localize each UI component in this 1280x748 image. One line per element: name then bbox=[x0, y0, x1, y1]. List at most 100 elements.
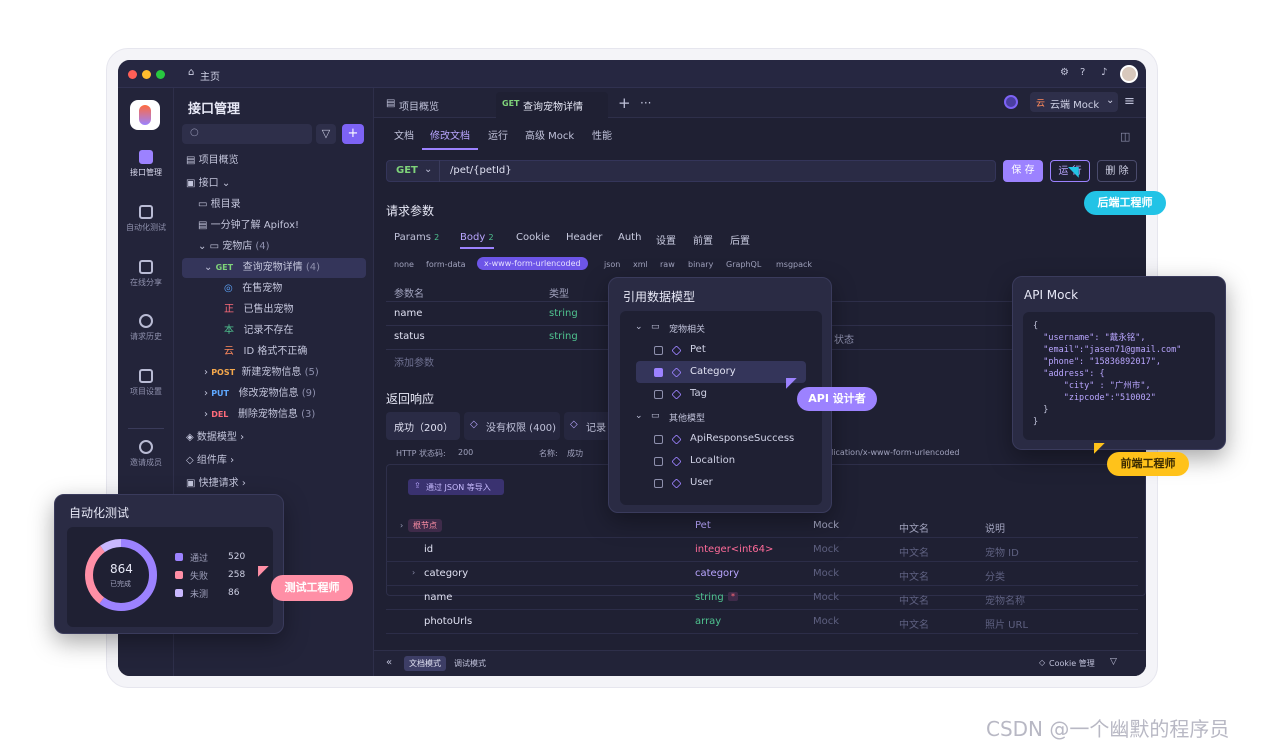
mock-card-title: API Mock bbox=[1024, 288, 1079, 302]
body-type-msgpack[interactable]: msgpack bbox=[776, 260, 812, 269]
rail-item-history[interactable]: 请求历史 bbox=[118, 314, 174, 342]
tree-item-case[interactable]: 本 记录不存在 bbox=[182, 321, 366, 341]
menu-icon[interactable]: ≡ bbox=[1124, 94, 1135, 109]
save-button[interactable]: 保 存 bbox=[1003, 160, 1043, 182]
tree-item-api[interactable]: ▣ 接口 ⌄ bbox=[182, 174, 366, 194]
legend-label-untested: 未测 bbox=[190, 590, 209, 600]
model-checkbox-tag[interactable] bbox=[654, 390, 663, 399]
tree-item-case[interactable]: 正 已售出宠物 bbox=[182, 300, 366, 320]
schema-row[interactable] bbox=[386, 562, 1138, 586]
tree-item-get-pet[interactable]: ⌄ GET 查询宠物详情 (4) bbox=[182, 258, 366, 278]
tab-auth[interactable]: Auth bbox=[618, 232, 641, 243]
body-type-binary[interactable]: binary bbox=[688, 260, 713, 269]
add-param-link[interactable]: 添加参数 bbox=[394, 354, 434, 369]
chevron-down-icon[interactable]: ⌄ bbox=[635, 411, 643, 421]
bell-icon[interactable]: ♪ bbox=[1101, 67, 1107, 78]
chevron-down-icon[interactable]: ⌄ bbox=[635, 322, 643, 332]
mock-selector[interactable]: 云 云端 Mock ⌄ bbox=[1030, 92, 1118, 112]
tab-header[interactable]: Header bbox=[566, 232, 602, 243]
delete-button[interactable]: 删 除 bbox=[1097, 160, 1137, 182]
folder-icon: ▭ bbox=[209, 241, 220, 252]
collapse-button[interactable]: « bbox=[386, 657, 392, 668]
rail-item-settings[interactable]: 项目设置 bbox=[118, 369, 174, 397]
rail-item-share[interactable]: 在线分享 bbox=[118, 260, 174, 288]
tree-item-post[interactable]: › POST 新建宠物信息 (5) bbox=[182, 363, 366, 383]
body-type-urlencoded[interactable]: x-www-form-urlencoded bbox=[477, 257, 588, 270]
subtab-edit[interactable]: 修改文档 bbox=[422, 124, 478, 150]
search-input[interactable]: ○ bbox=[182, 124, 312, 144]
cookie-manager-button[interactable]: Cookie 管理 bbox=[1049, 658, 1095, 669]
subtab-perf[interactable]: 性能 bbox=[592, 124, 612, 150]
model-checkbox-category[interactable] bbox=[654, 368, 663, 377]
home-tab[interactable]: 主页 bbox=[200, 68, 220, 83]
resp-tab-success[interactable]: 成功（200） bbox=[386, 412, 460, 440]
tab-pre[interactable]: 前置 bbox=[693, 232, 713, 247]
tree-item-root[interactable]: ▭ 根目录 bbox=[182, 195, 366, 215]
tree-item-intro[interactable]: ▤ 一分钟了解 Apifox! bbox=[182, 216, 366, 236]
schema-header-row bbox=[386, 514, 1138, 538]
required-badge: * bbox=[728, 592, 738, 601]
settings-icon[interactable]: ⚙ bbox=[1060, 67, 1069, 78]
api-icon bbox=[139, 150, 153, 164]
body-type-xml[interactable]: xml bbox=[633, 260, 648, 269]
tab-body[interactable]: Body 2 bbox=[460, 232, 494, 249]
chevron-right-icon[interactable]: › bbox=[412, 568, 415, 577]
add-button[interactable]: + bbox=[342, 124, 364, 144]
col-desc: 说明 bbox=[985, 524, 1005, 535]
rail-item-invite[interactable]: 邀请成员 bbox=[118, 440, 174, 468]
tree-item-overview[interactable]: ▤ 项目概览 bbox=[182, 151, 366, 171]
avatar[interactable] bbox=[1120, 65, 1138, 83]
shirt-icon[interactable]: ▽ bbox=[1110, 657, 1117, 667]
tree-item-quick[interactable]: ▣ 快捷请求 › bbox=[182, 474, 366, 494]
body-type-graphql[interactable]: GraphQL bbox=[726, 260, 761, 269]
tree-item-models[interactable]: ◈ 数据模型 › bbox=[182, 428, 366, 448]
filter-icon: ▽ bbox=[321, 127, 331, 140]
schema-row[interactable] bbox=[386, 586, 1138, 610]
model-checkbox-pet[interactable] bbox=[654, 346, 663, 355]
resp-tab-record[interactable]: ◇ 记录 bbox=[564, 412, 614, 440]
rail-divider bbox=[128, 428, 164, 429]
filter-button[interactable]: ▽ bbox=[316, 124, 336, 144]
root-type: Pet bbox=[695, 520, 711, 531]
model-checkbox-user[interactable] bbox=[654, 479, 663, 488]
body-type-json[interactable]: json bbox=[604, 260, 620, 269]
home-icon[interactable]: ⌂ bbox=[188, 67, 194, 78]
rail-item-autotest[interactable]: 自动化测试 bbox=[118, 205, 174, 233]
model-checkbox-location[interactable] bbox=[654, 457, 663, 466]
url-input[interactable]: /pet/{petId} bbox=[450, 165, 512, 176]
tab-cookie[interactable]: Cookie bbox=[516, 232, 550, 243]
rail-item-api[interactable]: 接口管理 bbox=[118, 150, 174, 178]
body-type-formdata[interactable]: form-data bbox=[426, 260, 466, 269]
subtab-run[interactable]: 运行 bbox=[488, 124, 508, 150]
resp-tab-noauth[interactable]: ◇ 没有权限 (400) bbox=[464, 412, 560, 440]
tab-overview[interactable]: 项目概览 bbox=[399, 98, 439, 113]
tree-item-case[interactable]: ◎ 在售宠物 bbox=[182, 279, 366, 299]
env-icon[interactable] bbox=[1004, 95, 1018, 109]
minimize-dot[interactable] bbox=[142, 70, 151, 79]
tree-item-petstore[interactable]: ⌄ ▭ 宠物店 (4) bbox=[182, 237, 366, 257]
diamond-icon: ◇ bbox=[570, 419, 578, 430]
tree-item-delete[interactable]: › DEL 删除宠物信息 (3) bbox=[182, 405, 366, 425]
api-mock-card: API Mock { "username": "戴永铭", "email":"j… bbox=[1012, 276, 1226, 450]
tree-item-put[interactable]: › PUT 修改宠物信息 (9) bbox=[182, 384, 366, 404]
tab-settings[interactable]: 设置 bbox=[656, 232, 676, 247]
subtab-mock[interactable]: 高级 Mock bbox=[525, 124, 574, 150]
method-select[interactable]: GET ⌄ bbox=[386, 160, 440, 182]
body-type-none[interactable]: none bbox=[394, 260, 414, 269]
model-checkbox-apiresponse[interactable] bbox=[654, 435, 663, 444]
layout-icon[interactable]: ◫ bbox=[1120, 130, 1130, 143]
body-type-raw[interactable]: raw bbox=[660, 260, 675, 269]
tree-item-components[interactable]: ◇ 组件库 › bbox=[182, 451, 366, 471]
add-tab-button[interactable]: + bbox=[618, 94, 631, 112]
tree-item-case[interactable]: 云 ID 格式不正确 bbox=[182, 342, 366, 362]
import-json-button[interactable]: ⇪ 通过 JSON 等导入 bbox=[408, 479, 504, 495]
maximize-dot[interactable] bbox=[156, 70, 165, 79]
subtab-doc[interactable]: 文档 bbox=[394, 124, 414, 150]
tab-params[interactable]: Params 2 bbox=[394, 232, 439, 243]
doc-mode-button[interactable]: 文档模式 bbox=[404, 656, 446, 671]
debug-mode-button[interactable]: 调试模式 bbox=[454, 658, 486, 669]
tab-post[interactable]: 后置 bbox=[730, 232, 750, 247]
close-dot[interactable] bbox=[128, 70, 137, 79]
help-icon[interactable]: ? bbox=[1080, 67, 1085, 78]
more-tabs-button[interactable]: ··· bbox=[640, 96, 651, 110]
